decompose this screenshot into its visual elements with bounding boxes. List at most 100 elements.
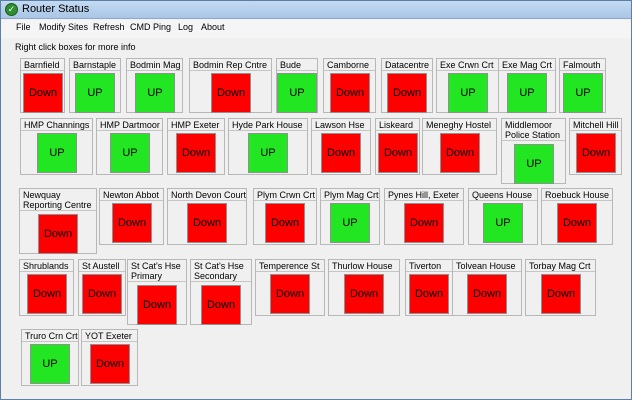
status-indicator-down[interactable]: Down	[112, 203, 152, 243]
site-mitchell-hill[interactable]: Mitchell Hill Down	[569, 118, 622, 175]
site-label: Temperence St	[256, 260, 324, 272]
site-bodmin-rep-cntre[interactable]: Bodmin Rep Cntre Down	[189, 58, 272, 113]
site-label: Truro Crn Crt	[22, 330, 78, 342]
status-indicator-up[interactable]: UP	[135, 73, 175, 113]
menu-modify-sites[interactable]: Modify Sites	[39, 22, 88, 32]
status-indicator-down[interactable]: Down	[270, 274, 310, 314]
site-label: Meneghy Hostel	[423, 119, 496, 131]
status-indicator-up[interactable]: UP	[248, 133, 288, 173]
status-indicator-down[interactable]: Down	[330, 73, 370, 113]
status-indicator-down[interactable]: Down	[344, 274, 384, 314]
status-indicator-down[interactable]: Down	[211, 73, 251, 113]
status-indicator-down[interactable]: Down	[201, 285, 241, 325]
site-bodmin-mag[interactable]: Bodmin Mag UP	[126, 58, 183, 113]
site-hmp-channings[interactable]: HMP Channings UP	[20, 118, 93, 175]
status-indicator-down[interactable]: Down	[467, 274, 507, 314]
status-indicator-up[interactable]: UP	[30, 344, 70, 384]
status-indicator-down[interactable]: Down	[404, 203, 444, 243]
status-indicator-down[interactable]: Down	[378, 133, 418, 173]
site-label: Newton Abbot	[100, 189, 163, 201]
site-datacentre[interactable]: Datacentre Down	[381, 58, 433, 113]
status-indicator-down[interactable]: Down	[440, 133, 480, 173]
site-st-cat-s-hse-secondary[interactable]: St Cat's Hse Secondary Down	[190, 259, 252, 325]
site-bude[interactable]: Bude UP	[276, 58, 318, 113]
site-label: Bodmin Mag	[127, 59, 182, 71]
site-hmp-exeter[interactable]: HMP Exeter Down	[167, 118, 225, 175]
site-exe-mag-crt[interactable]: Exe Mag Crt UP	[498, 58, 556, 113]
status-indicator-down[interactable]: Down	[23, 73, 63, 113]
site-camborne[interactable]: Camborne Down	[323, 58, 376, 113]
site-label: HMP Channings	[21, 119, 92, 131]
site-pynes-hill-exeter[interactable]: Pynes Hill, Exeter Down	[384, 188, 464, 245]
site-liskeard[interactable]: Liskeard Down	[375, 118, 420, 175]
site-falmouth[interactable]: Falmouth UP	[559, 58, 606, 113]
site-queens-house[interactable]: Queens House UP	[468, 188, 538, 245]
status-indicator-down[interactable]: Down	[557, 203, 597, 243]
site-middlemoor-police-station[interactable]: Middlemoor Police Station UP	[501, 118, 566, 184]
status-indicator-up[interactable]: UP	[563, 73, 603, 113]
site-label: HMP Exeter	[168, 119, 224, 131]
status-indicator-down[interactable]: Down	[90, 344, 130, 384]
status-indicator-down[interactable]: Down	[82, 274, 122, 314]
site-st-austell[interactable]: St Austell Down	[78, 259, 126, 316]
site-hmp-dartmoor[interactable]: HMP Dartmoor UP	[96, 118, 163, 175]
site-yot-exeter[interactable]: YOT Exeter Down	[81, 329, 138, 386]
site-label: Bodmin Rep Cntre	[190, 59, 271, 71]
site-barnstaple[interactable]: Barnstaple UP	[69, 58, 121, 113]
site-label: Hyde Park House	[229, 119, 307, 131]
site-shrublands[interactable]: Shrublands Down	[19, 259, 74, 316]
site-hyde-park-house[interactable]: Hyde Park House UP	[228, 118, 308, 175]
site-label: Bude	[277, 59, 317, 71]
site-truro-crn-crt[interactable]: Truro Crn Crt UP	[21, 329, 79, 386]
site-label: HMP Dartmoor	[97, 119, 162, 131]
status-indicator-down[interactable]: Down	[137, 285, 177, 325]
status-indicator-down[interactable]: Down	[387, 73, 427, 113]
site-meneghy-hostel[interactable]: Meneghy Hostel Down	[422, 118, 497, 175]
status-indicator-up[interactable]: UP	[514, 144, 554, 184]
site-exe-crwn-crt[interactable]: Exe Crwn Crt UP	[436, 58, 499, 113]
site-tiverton[interactable]: Tiverton Down	[405, 259, 453, 316]
menu-about[interactable]: About	[201, 22, 225, 32]
status-indicator-down[interactable]: Down	[541, 274, 581, 314]
menu-cmd-ping[interactable]: CMD Ping	[130, 22, 171, 32]
site-barnfield[interactable]: Barnfield Down	[20, 58, 65, 113]
status-indicator-up[interactable]: UP	[507, 73, 547, 113]
menu-log[interactable]: Log	[178, 22, 193, 32]
site-thurlow-house[interactable]: Thurlow House Down	[328, 259, 400, 316]
site-roebuck-house[interactable]: Roebuck House Down	[541, 188, 613, 245]
site-label: St Austell	[79, 260, 125, 272]
site-newton-abbot[interactable]: Newton Abbot Down	[99, 188, 164, 245]
site-torbay-mag-crt[interactable]: Torbay Mag Crt Down	[525, 259, 596, 316]
status-indicator-up[interactable]: UP	[448, 73, 488, 113]
status-indicator-down[interactable]: Down	[409, 274, 449, 314]
site-plym-mag-crt[interactable]: Plym Mag Crt UP	[320, 188, 380, 245]
site-label: Liskeard	[376, 119, 419, 131]
site-st-cat-s-hse-primary[interactable]: St Cat's Hse Primary Down	[127, 259, 187, 325]
status-indicator-down[interactable]: Down	[27, 274, 67, 314]
status-indicator-down[interactable]: Down	[321, 133, 361, 173]
status-indicator-down[interactable]: Down	[576, 133, 616, 173]
site-plym-crwn-crt[interactable]: Plym Crwn Crt Down	[253, 188, 317, 245]
status-indicator-up[interactable]: UP	[330, 203, 370, 243]
status-indicator-down[interactable]: Down	[265, 203, 305, 243]
site-north-devon-court[interactable]: North Devon Court Down	[167, 188, 247, 245]
site-tolvean-house[interactable]: Tolvean House Down	[452, 259, 522, 316]
site-temperence-st[interactable]: Temperence St Down	[255, 259, 325, 316]
site-newquay-reporting-centre[interactable]: Newquay Reporting Centre Down	[19, 188, 97, 254]
status-indicator-up[interactable]: UP	[483, 203, 523, 243]
site-label: Tolvean House	[453, 260, 521, 272]
status-indicator-up[interactable]: UP	[277, 73, 317, 113]
status-indicator-down[interactable]: Down	[187, 203, 227, 243]
status-indicator-up[interactable]: UP	[110, 133, 150, 173]
status-indicator-down[interactable]: Down	[176, 133, 216, 173]
status-indicator-down[interactable]: Down	[38, 214, 78, 254]
menu-refresh[interactable]: Refresh	[93, 22, 125, 32]
status-indicator-up[interactable]: UP	[37, 133, 77, 173]
site-label: Thurlow House	[329, 260, 399, 272]
menu-bar: File Modify Sites Refresh CMD Ping Log A…	[1, 20, 631, 38]
status-indicator-up[interactable]: UP	[75, 73, 115, 113]
menu-file[interactable]: File	[16, 22, 31, 32]
site-label: Plym Mag Crt	[321, 189, 379, 201]
site-lawson-hse[interactable]: Lawson Hse Down	[311, 118, 371, 175]
site-label: St Cat's Hse Secondary	[191, 260, 251, 282]
